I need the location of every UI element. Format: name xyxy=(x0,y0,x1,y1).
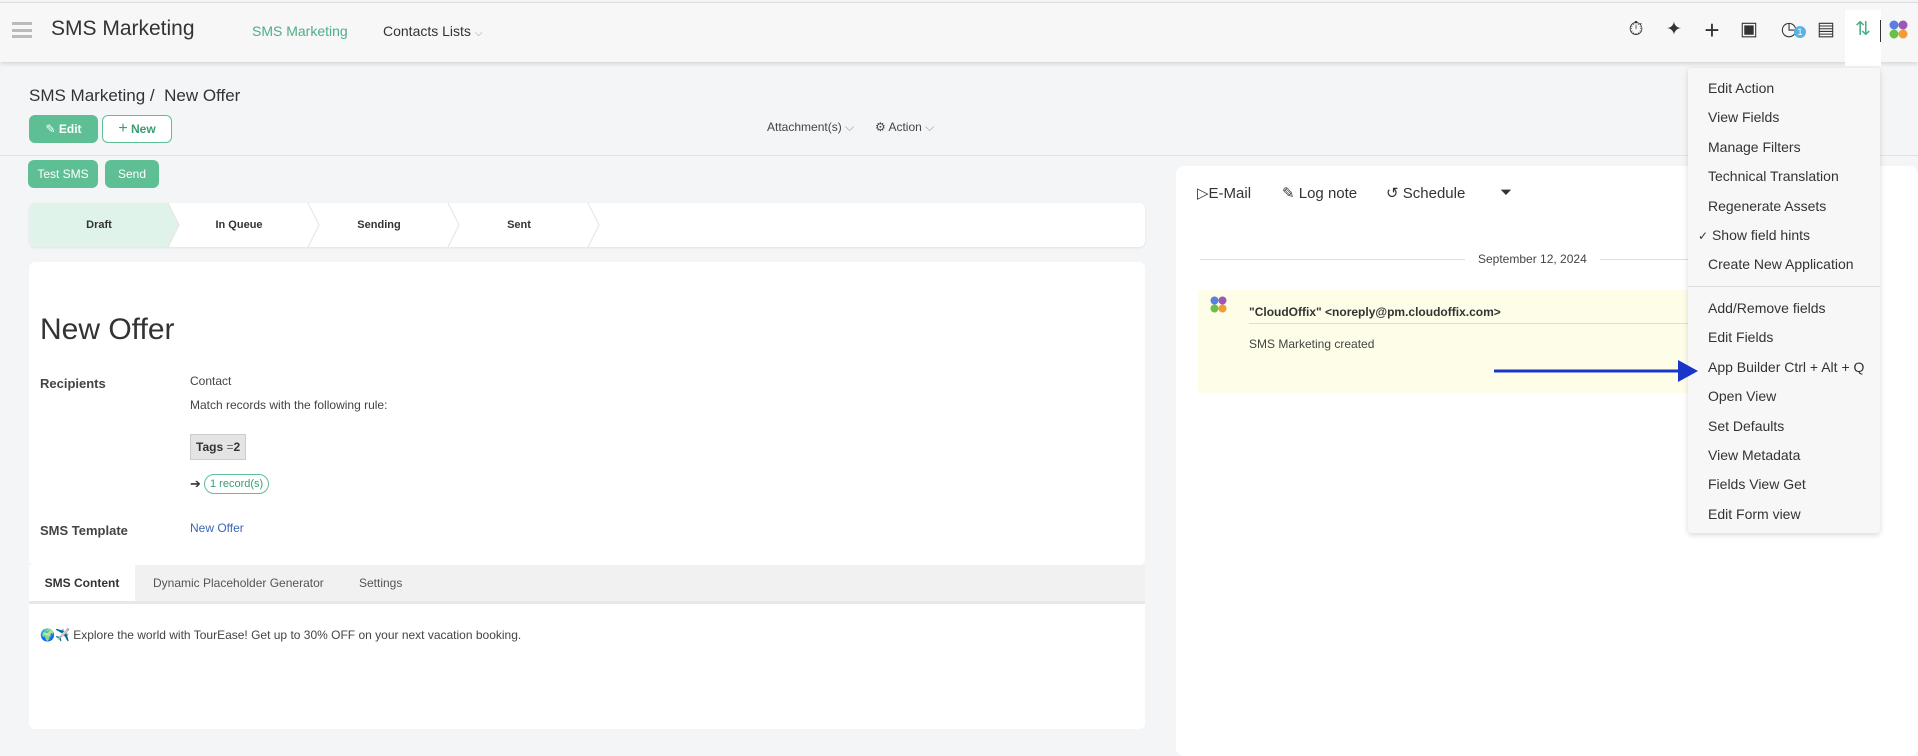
action-label: Action xyxy=(888,120,922,134)
pencil-icon: ✎ xyxy=(45,122,56,136)
menu-divider xyxy=(1688,286,1880,287)
annotation-arrow-icon xyxy=(1494,360,1698,382)
email-label: E-Mail xyxy=(1208,185,1252,202)
message-author[interactable]: "CloudOffix" <noreply@pm.cloudoffix.com> xyxy=(1249,305,1501,319)
menu-technical-translation[interactable]: Technical Translation xyxy=(1708,168,1839,184)
tag-field: Tags xyxy=(196,440,224,454)
send-email-button[interactable]: ▷E-Mail xyxy=(1197,184,1251,202)
menu-show-field-hints[interactable]: ✓ Show field hints xyxy=(1698,227,1810,243)
schedule-button[interactable]: ↺ Schedule xyxy=(1386,184,1465,202)
divider xyxy=(1249,323,1689,324)
menu-create-new-application[interactable]: Create New Application xyxy=(1708,256,1854,272)
calendar-check-icon[interactable]: ▣ xyxy=(1737,18,1761,42)
test-sms-button[interactable]: Test SMS xyxy=(28,160,98,188)
recipients-label: Recipients xyxy=(40,376,106,391)
sms-template-label: SMS Template xyxy=(40,523,128,538)
rule-text: Match records with the following rule: xyxy=(190,398,388,412)
edit-label: Edit xyxy=(58,122,82,136)
menu-icon[interactable] xyxy=(12,22,32,38)
log-note-button[interactable]: ✎ Log note xyxy=(1282,184,1357,202)
recipients-model: Contact xyxy=(190,374,232,388)
send-button[interactable]: Send xyxy=(105,160,159,188)
arrow-right-icon: ➔ xyxy=(190,476,201,491)
records-count-button[interactable]: 1 record(s) xyxy=(204,474,270,494)
tab-dynamic-placeholder-generator[interactable]: Dynamic Placeholder Generator xyxy=(153,565,324,601)
activity-badge: 1 xyxy=(1794,26,1806,38)
pencil-icon: ✎ xyxy=(1282,185,1295,202)
sms-template-link[interactable]: New Offer xyxy=(190,521,244,535)
nav-contacts-lists[interactable]: Contacts Lists ⌵ xyxy=(383,23,482,39)
nav-label: Contacts Lists xyxy=(383,23,471,39)
sms-content-text[interactable]: 🌍✈️ Explore the world with TourEase! Get… xyxy=(40,628,521,642)
menu-edit-action[interactable]: Edit Action xyxy=(1708,80,1774,96)
menu-edit-fields[interactable]: Edit Fields xyxy=(1708,329,1773,345)
new-button[interactable]: + New xyxy=(102,115,172,143)
notebook-tabs: SMS Content Dynamic Placeholder Generato… xyxy=(29,565,1145,601)
divider xyxy=(1880,20,1881,42)
action-dropdown[interactable]: ⚙ Action ⌵ xyxy=(875,120,934,135)
menu-set-defaults[interactable]: Set Defaults xyxy=(1708,418,1784,434)
edit-button[interactable]: ✎ Edit xyxy=(29,115,98,143)
sms-content-panel xyxy=(29,601,1145,729)
menu-label: Show field hints xyxy=(1711,227,1811,243)
plus-icon[interactable]: + xyxy=(1700,17,1724,43)
menu-add-remove-fields[interactable]: Add/Remove fields xyxy=(1708,300,1826,316)
breadcrumb-parent[interactable]: SMS Marketing / xyxy=(29,86,155,105)
apps-logo-icon[interactable] xyxy=(1889,20,1909,40)
tag-filter-chip[interactable]: Tags =2 xyxy=(190,434,247,460)
form-sheet xyxy=(29,262,1145,565)
tab-settings[interactable]: Settings xyxy=(359,565,402,601)
plus-icon: + xyxy=(118,120,128,137)
check-icon: ✓ xyxy=(1698,229,1709,243)
new-label: New xyxy=(131,122,156,136)
menu-fields-view-get[interactable]: Fields View Get xyxy=(1708,476,1806,492)
schedule-label: Schedule xyxy=(1402,185,1466,202)
stopwatch-icon[interactable]: ⏱ xyxy=(1624,18,1648,42)
history-icon: ↺ xyxy=(1386,185,1399,202)
divider xyxy=(1600,259,1688,260)
divider xyxy=(0,155,1918,156)
chevron-down-icon: ⌵ xyxy=(845,120,855,134)
sparkle-icon[interactable]: ✦ xyxy=(1662,18,1686,42)
app-title: SMS Marketing xyxy=(51,17,195,40)
message-body: SMS Marketing created xyxy=(1249,337,1375,351)
filter-icon[interactable]: ⏷ xyxy=(1500,184,1512,201)
author-avatar xyxy=(1210,296,1227,313)
menu-view-metadata[interactable]: View Metadata xyxy=(1708,447,1800,463)
breadcrumb-current: New Offer xyxy=(164,86,241,105)
breadcrumb: SMS Marketing / New Offer xyxy=(29,86,240,106)
debug-dropdown-menu: Edit Action View Fields Manage Filters T… xyxy=(1688,68,1880,533)
log-note-label: Log note xyxy=(1298,185,1358,202)
stage-separators xyxy=(167,203,600,247)
record-title: New Offer xyxy=(40,313,175,346)
settings-sliders-icon[interactable]: ⇅ xyxy=(1851,18,1875,42)
send-icon: ▷ xyxy=(1197,185,1209,202)
nav-sms-marketing[interactable]: SMS Marketing xyxy=(252,23,348,39)
chat-icon[interactable]: ▤ xyxy=(1814,18,1838,42)
menu-regenerate-assets[interactable]: Regenerate Assets xyxy=(1708,198,1826,214)
divider xyxy=(1200,259,1465,260)
attachments-dropdown[interactable]: Attachment(s) ⌵ xyxy=(767,120,854,135)
menu-open-view[interactable]: Open View xyxy=(1708,388,1776,404)
menu-view-fields[interactable]: View Fields xyxy=(1708,109,1779,125)
menu-edit-form-view[interactable]: Edit Form view xyxy=(1708,506,1801,522)
tab-sms-content[interactable]: SMS Content xyxy=(29,565,135,601)
menu-app-builder[interactable]: App Builder Ctrl + Alt + Q xyxy=(1708,359,1864,375)
chevron-down-icon: ⌵ xyxy=(474,28,483,39)
chevron-down-icon: ⌵ xyxy=(925,120,935,134)
tag-value: 2 xyxy=(233,440,241,454)
menu-manage-filters[interactable]: Manage Filters xyxy=(1708,139,1801,155)
attachments-label: Attachment(s) xyxy=(767,120,842,134)
gear-icon: ⚙ xyxy=(875,120,886,134)
date-separator: September 12, 2024 xyxy=(1478,252,1587,266)
status-stepper: Draft In Queue Sending Sent xyxy=(29,203,1145,247)
